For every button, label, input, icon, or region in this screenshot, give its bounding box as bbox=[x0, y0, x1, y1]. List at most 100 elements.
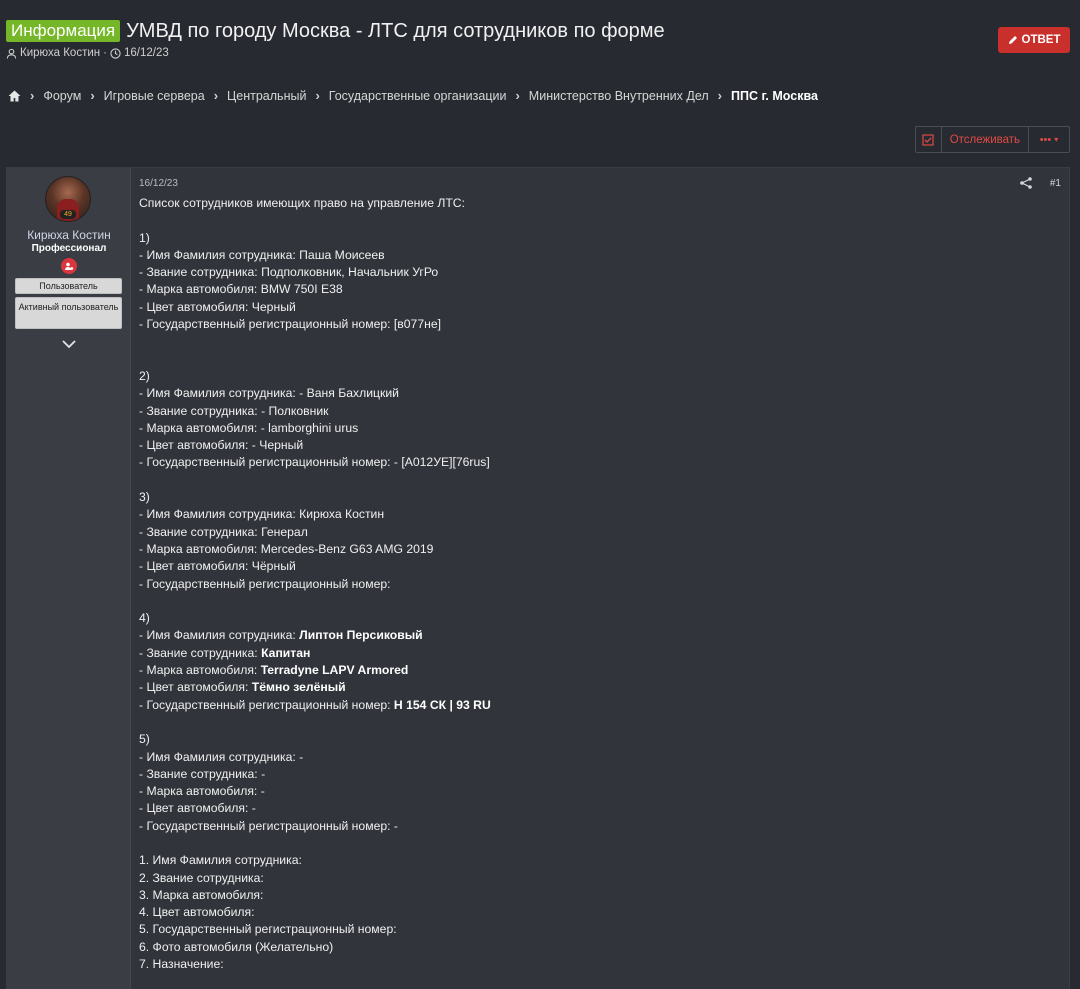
more-options-button[interactable]: ••• ▾ bbox=[1029, 126, 1070, 153]
chevron-right-icon: › bbox=[315, 88, 320, 103]
entry-field-label: - Звание сотрудника: bbox=[139, 403, 262, 418]
entry-field-label: - Государственный регистрационный номер: bbox=[139, 455, 394, 470]
caret-down-icon: ▾ bbox=[1054, 135, 1059, 144]
text-line: 5. Государственный регистрационный номер… bbox=[139, 921, 1061, 938]
entry-field-label: - Марка автомобиля: bbox=[139, 784, 261, 799]
text-line: - Марка автомобиля: - bbox=[139, 783, 1061, 800]
entry-field-label: - Марка автомобиля: bbox=[139, 282, 261, 297]
thread-author-link[interactable]: Кирюха Костин bbox=[20, 47, 100, 59]
meta-separator: · bbox=[103, 47, 107, 59]
watch-button[interactable]: Отслеживать bbox=[914, 126, 1029, 153]
text-line: - Звание сотрудника: Подполковник, Начал… bbox=[139, 264, 1061, 281]
watch-button-label: Отслеживать bbox=[949, 133, 1020, 146]
template-line: 6. Фото автомобиля (Желательно) bbox=[139, 939, 334, 954]
text-line: - Государственный регистрационный номер:… bbox=[139, 818, 1061, 835]
text-line: - Имя Фамилия сотрудника: - bbox=[139, 749, 1061, 766]
entry-field-label: - Имя Фамилия сотрудника: bbox=[139, 386, 300, 401]
post-date[interactable]: 16/12/23 bbox=[139, 178, 1061, 189]
chevron-right-icon: › bbox=[515, 88, 520, 103]
breadcrumb: › Форум › Игровые сервера › Центральный … bbox=[8, 88, 818, 103]
breadcrumb-item-gov-orgs[interactable]: Государственные организации bbox=[329, 89, 507, 103]
entry-field-value: - bbox=[260, 784, 265, 799]
user-award-icon[interactable] bbox=[61, 258, 77, 274]
user-banner-member: Пользователь bbox=[15, 278, 122, 294]
entry-field-value: - [А012УЕ][76rus] bbox=[393, 455, 490, 470]
thread-meta: Кирюха Костин · 16/12/23 bbox=[6, 47, 1070, 59]
entry-field-label: - Цвет автомобиля: bbox=[139, 801, 252, 816]
text-line bbox=[139, 835, 1061, 852]
text-line bbox=[139, 593, 1061, 610]
entry-number: 5) bbox=[139, 732, 150, 747]
text-line: - Цвет автомобиля: Черный bbox=[139, 299, 1061, 316]
entry-field-label: - Марка автомобиля: bbox=[139, 663, 261, 678]
text-line: - Цвет автомобиля: Тёмно зелёный bbox=[139, 679, 1061, 696]
breadcrumb-item-game-servers[interactable]: Игровые сервера bbox=[104, 89, 205, 103]
avatar[interactable]: 49 bbox=[45, 176, 91, 222]
breadcrumb-item-mvd[interactable]: Министерство Внутренних Дел bbox=[529, 89, 709, 103]
entry-field-value: Кирюха Костин bbox=[299, 507, 385, 522]
post-intro: Список сотрудников имеющих право на упра… bbox=[139, 196, 465, 210]
entry-field-label: - Звание сотрудника: bbox=[139, 265, 262, 280]
chevron-right-icon: › bbox=[213, 88, 219, 103]
text-line: - Имя Фамилия сотрудника: Паша Моисеев bbox=[139, 247, 1061, 264]
thread-prefix-label[interactable]: Информация bbox=[6, 20, 121, 42]
text-line: Список сотрудников имеющих право на упра… bbox=[139, 195, 1061, 212]
text-line: - Государственный регистрационный номер:… bbox=[139, 697, 1061, 714]
user-name-link[interactable]: Кирюха Костин bbox=[7, 228, 131, 242]
thread-header: Информация УМВД по городу Москва - ЛТС д… bbox=[6, 20, 1070, 64]
entry-field-value: - bbox=[251, 801, 256, 816]
home-icon[interactable] bbox=[8, 90, 21, 102]
entry-field-value: - bbox=[299, 749, 304, 764]
thread-date[interactable]: 16/12/23 bbox=[124, 47, 169, 59]
entry-field-label: - Марка автомобиля: bbox=[139, 541, 261, 556]
entry-number: 4) bbox=[139, 611, 150, 626]
more-label: ••• bbox=[1039, 133, 1052, 146]
clock-icon bbox=[110, 47, 121, 59]
entry-field-label: - Звание сотрудника: bbox=[139, 524, 262, 539]
text-line: - Цвет автомобиля: - Черный bbox=[139, 437, 1061, 454]
entry-field-label: - Имя Фамилия сотрудника: bbox=[139, 628, 300, 643]
text-line: 5) bbox=[139, 731, 1061, 748]
text-line: - Марка автомобиля: BMW 750I E38 bbox=[139, 281, 1061, 298]
breadcrumb-item-central[interactable]: Центральный bbox=[227, 89, 306, 103]
template-line: 1. Имя Фамилия сотрудника: bbox=[139, 853, 302, 868]
text-line bbox=[139, 472, 1061, 489]
pencil-icon bbox=[1008, 36, 1017, 44]
chevron-down-icon[interactable] bbox=[61, 338, 77, 350]
user-icon bbox=[6, 48, 17, 59]
entry-field-label: - Цвет автомобиля: bbox=[139, 680, 252, 695]
text-line: 3. Марка автомобиля: bbox=[139, 887, 1061, 904]
entry-field-value: - Ваня Бахлицкий bbox=[299, 386, 399, 401]
text-line: - Звание сотрудника: Капитан bbox=[139, 645, 1061, 662]
entry-field-value: Н 154 СК | 93 RU bbox=[393, 697, 491, 712]
entry-field-value: Mercedes-Benz G63 AMG 2019 bbox=[260, 541, 434, 556]
message-content: 16/12/23 #1 Список сотрудников имеющих п… bbox=[139, 176, 1061, 973]
text-line: - Государственный регистрационный номер:… bbox=[139, 316, 1061, 333]
text-line: 1. Имя Фамилия сотрудника: bbox=[139, 852, 1061, 869]
entry-field-value: - Полковник bbox=[261, 403, 329, 418]
entry-field-value: Паша Моисеев bbox=[299, 247, 385, 262]
entry-number: 1) bbox=[139, 230, 150, 245]
template-line: 4. Цвет автомобиля: bbox=[139, 905, 255, 920]
breadcrumb-item-current[interactable]: ППС г. Москва bbox=[731, 89, 818, 103]
page-title: УМВД по городу Москва - ЛТС для сотрудни… bbox=[126, 20, 665, 42]
entry-field-value: Липтон Персиковый bbox=[299, 628, 423, 643]
text-line: 2. Звание сотрудника: bbox=[139, 870, 1061, 887]
reply-button[interactable]: ОТВЕТ bbox=[998, 27, 1070, 53]
entry-field-label: - Цвет автомобиля: bbox=[139, 299, 252, 314]
entry-number: 2) bbox=[139, 368, 150, 383]
entry-field-value: [в077не] bbox=[393, 317, 441, 332]
share-icon[interactable] bbox=[1019, 176, 1033, 190]
user-title: Профессионал bbox=[31, 243, 107, 254]
text-line: - Марка автомобиля: Mercedes-Benz G63 AM… bbox=[139, 541, 1061, 558]
entry-field-label: - Имя Фамилия сотрудника: bbox=[139, 507, 300, 522]
text-line: - Государственный регистрационный номер:… bbox=[139, 454, 1061, 471]
text-line: 3) bbox=[139, 489, 1061, 506]
entry-field-label: - Государственный регистрационный номер: bbox=[139, 697, 394, 712]
text-line: 1) bbox=[139, 230, 1061, 247]
entry-field-label: - Звание сотрудника: bbox=[139, 645, 262, 660]
text-line: - Государственный регистрационный номер: bbox=[139, 576, 1061, 593]
post-number[interactable]: #1 bbox=[1050, 178, 1061, 189]
breadcrumb-item-forum[interactable]: Форум bbox=[43, 89, 81, 103]
text-line: - Цвет автомобиля: Чёрный bbox=[139, 558, 1061, 575]
